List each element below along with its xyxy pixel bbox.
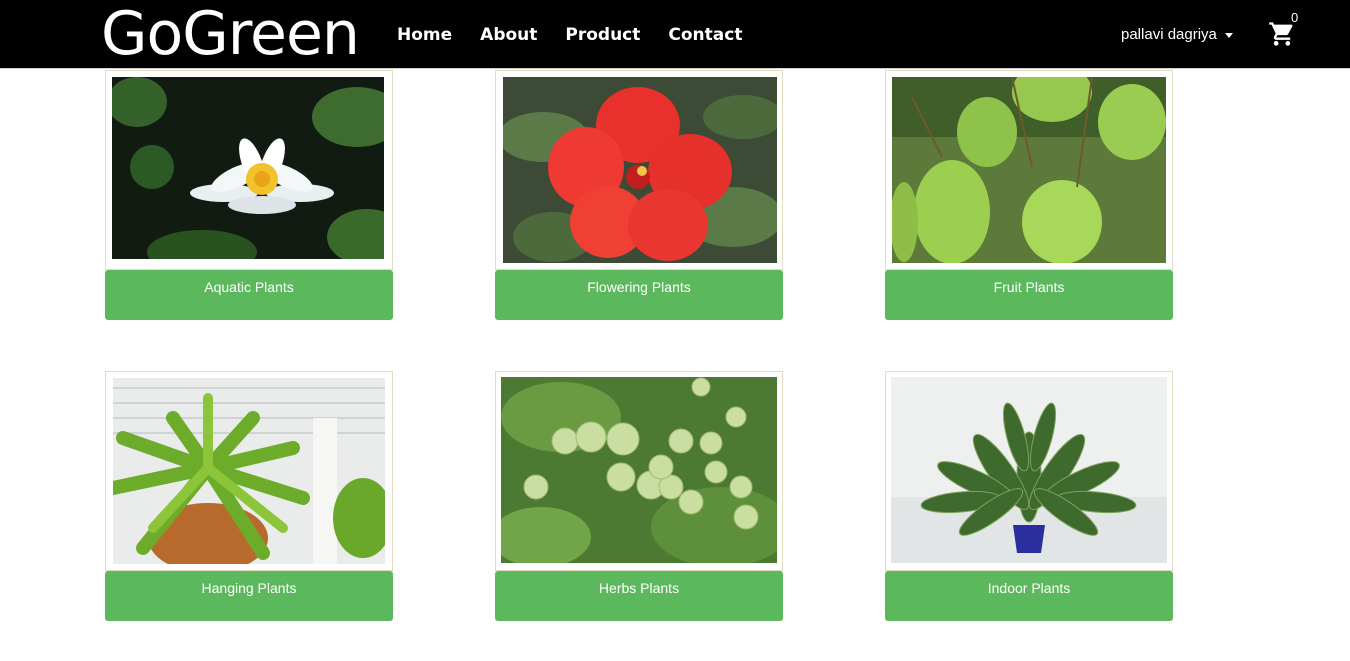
nav-about-link[interactable]: About: [480, 23, 537, 47]
fruit-plants-image[interactable]: [885, 70, 1173, 270]
nav-product-link[interactable]: Product: [565, 23, 640, 47]
navbar: GoGreen Home About Product Contact palla…: [0, 0, 1350, 69]
herbs-plants-image[interactable]: [495, 371, 783, 571]
nav-links: Home About Product Contact: [397, 23, 770, 47]
category-button-herbs[interactable]: Herbs Plants: [495, 571, 783, 621]
nav-contact-link[interactable]: Contact: [668, 23, 742, 47]
brand-logo[interactable]: GoGreen: [101, 0, 360, 70]
indoor-plants-image[interactable]: [885, 371, 1173, 571]
category-button-fruit[interactable]: Fruit Plants: [885, 270, 1173, 320]
user-menu-dropdown[interactable]: pallavi dagriya: [1121, 26, 1233, 44]
cart-count-badge: 0: [1291, 10, 1299, 25]
category-button-hanging[interactable]: Hanging Plants: [105, 571, 393, 621]
aquatic-plants-image[interactable]: [105, 70, 393, 270]
category-button-indoor[interactable]: Indoor Plants: [885, 571, 1173, 621]
flowering-plants-image[interactable]: [495, 70, 783, 270]
chevron-down-icon: [1224, 33, 1233, 38]
category-button-flowering[interactable]: Flowering Plants: [495, 270, 783, 320]
user-name: pallavi dagriya: [1121, 26, 1217, 43]
hanging-plants-image[interactable]: [105, 371, 393, 571]
category-button-aquatic[interactable]: Aquatic Plants: [105, 270, 393, 320]
nav-home-link[interactable]: Home: [397, 23, 452, 47]
